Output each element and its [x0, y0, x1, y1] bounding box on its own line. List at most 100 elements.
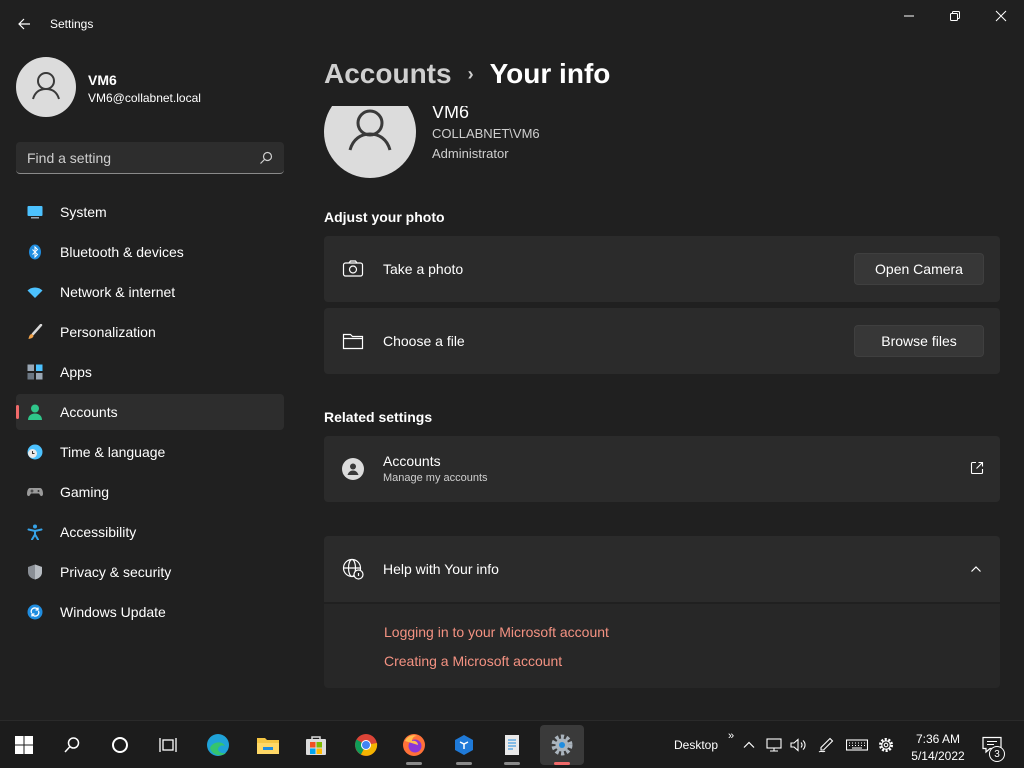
sidebar-item-bluetooth[interactable]: Bluetooth & devices: [16, 234, 284, 270]
taskbar-chrome[interactable]: [346, 725, 386, 765]
gear-icon[interactable]: [878, 737, 894, 753]
help-body: Logging in to your Microsoft account Cre…: [324, 604, 1000, 688]
pen-icon[interactable]: [818, 737, 834, 753]
minimize-button[interactable]: [886, 0, 932, 32]
notification-center-button[interactable]: 3: [982, 721, 1005, 768]
app-title: Settings: [50, 17, 94, 31]
sidebar-item-gaming[interactable]: Gaming: [16, 474, 284, 510]
avatar[interactable]: [16, 57, 76, 117]
sidebar-item-time-language[interactable]: Time & language: [16, 434, 284, 470]
taskbar-app[interactable]: [444, 725, 484, 765]
clock-time: 7:36 AM: [915, 732, 961, 746]
running-indicator: [554, 762, 570, 765]
related-accounts-label: Accounts: [383, 453, 441, 469]
search-input[interactable]: [27, 142, 247, 173]
task-view-icon: [159, 738, 177, 752]
person-icon: [32, 72, 60, 100]
help-link-creating-account[interactable]: Creating a Microsoft account: [384, 653, 562, 669]
main-content: Accounts › Your info VM6 COLLABNET\VM6 A…: [300, 48, 1024, 720]
wifi-icon: [27, 287, 43, 298]
sidebar-item-label: Apps: [60, 364, 92, 380]
breadcrumb: Accounts › Your info: [324, 58, 610, 90]
sidebar-item-label: Accessibility: [60, 524, 137, 540]
windows-icon: [15, 736, 33, 754]
chevron-right-icon: ›: [467, 63, 474, 84]
taskbar-store[interactable]: [296, 725, 336, 765]
choose-file-label: Choose a file: [383, 333, 465, 349]
help-title: Help with Your info: [383, 561, 499, 577]
chevron-double-right-icon[interactable]: »: [728, 730, 734, 742]
taskbar-settings[interactable]: [540, 725, 584, 765]
taskbar-notepad[interactable]: [492, 725, 532, 765]
sidebar-item-label: Personalization: [60, 324, 156, 340]
taskbar-search-button[interactable]: [52, 725, 92, 765]
profile-avatar: [324, 106, 416, 178]
sidebar-item-personalization[interactable]: Personalization: [16, 314, 284, 350]
person-icon: [348, 109, 392, 151]
sidebar-item-accounts[interactable]: Accounts: [16, 394, 284, 430]
user-email: VM6@collabnet.local: [88, 91, 201, 105]
sidebar-item-privacy[interactable]: Privacy & security: [16, 554, 284, 590]
take-photo-card: Take a photo Open Camera: [324, 236, 1000, 302]
search-icon: [260, 151, 273, 164]
sidebar-item-apps[interactable]: Apps: [16, 354, 284, 390]
open-camera-button[interactable]: Open Camera: [854, 253, 984, 285]
back-button[interactable]: [12, 12, 36, 36]
edge-icon: [207, 734, 229, 756]
app-icon: [455, 735, 473, 755]
sidebar-item-label: Accounts: [60, 404, 118, 420]
sidebar-item-network[interactable]: Network & internet: [16, 274, 284, 310]
task-view-button[interactable]: [148, 725, 188, 765]
shield-icon: [28, 564, 42, 580]
browse-files-button[interactable]: Browse files: [854, 325, 984, 357]
minimize-icon: [904, 15, 914, 17]
update-icon: [27, 604, 43, 620]
running-indicator: [406, 762, 422, 765]
nav-list: System Bluetooth & devices Network & int…: [16, 194, 284, 634]
help-header[interactable]: Help with Your info: [324, 536, 1000, 602]
help-link-logging-in[interactable]: Logging in to your Microsoft account: [384, 624, 609, 640]
sidebar-item-system[interactable]: System: [16, 194, 284, 230]
network-icon[interactable]: [766, 737, 782, 753]
system-icon: [27, 206, 43, 219]
profile-role: Administrator: [432, 146, 509, 161]
desktop-label: Desktop: [674, 738, 719, 752]
search-box[interactable]: [16, 142, 284, 174]
sidebar-item-windows-update[interactable]: Windows Update: [16, 594, 284, 630]
sidebar-item-label: Network & internet: [60, 284, 176, 300]
taskbar: Desktop » 7:36 AM 5/14/2022 3: [0, 720, 1024, 768]
related-settings-title: Related settings: [324, 409, 433, 425]
globe-help-icon: [342, 558, 364, 580]
person-icon: [342, 458, 364, 480]
start-button[interactable]: [4, 725, 44, 765]
folder-icon: [342, 333, 364, 350]
running-indicator: [504, 762, 520, 765]
volume-icon[interactable]: [790, 737, 806, 753]
chevron-up-icon[interactable]: [970, 563, 982, 575]
close-button[interactable]: [978, 0, 1024, 32]
related-accounts-card[interactable]: Accounts Manage my accounts: [324, 436, 1000, 502]
desktop-toolbar[interactable]: Desktop »: [674, 721, 734, 768]
breadcrumb-parent[interactable]: Accounts: [324, 58, 452, 90]
sidebar-item-label: Time & language: [60, 444, 166, 460]
keyboard-icon[interactable]: [846, 737, 868, 753]
cortana-button[interactable]: [100, 725, 140, 765]
chevron-up-icon[interactable]: [742, 738, 756, 752]
store-icon: [306, 736, 326, 755]
taskbar-file-explorer[interactable]: [248, 725, 288, 765]
sidebar-item-label: Bluetooth & devices: [60, 244, 184, 260]
person-icon: [28, 404, 42, 420]
sidebar-item-label: Gaming: [60, 484, 110, 500]
camera-icon: [342, 260, 364, 277]
restore-button[interactable]: [932, 0, 978, 32]
restore-icon: [950, 11, 960, 21]
gamepad-icon: [27, 488, 43, 497]
taskbar-edge[interactable]: [198, 725, 238, 765]
sidebar-item-accessibility[interactable]: Accessibility: [16, 514, 284, 550]
profile-section: VM6 COLLABNET\VM6 Administrator: [300, 106, 1024, 196]
open-external-icon[interactable]: [970, 461, 984, 475]
clock-globe-icon: [27, 444, 43, 460]
clock[interactable]: 7:36 AM 5/14/2022: [906, 731, 970, 765]
taskbar-firefox[interactable]: [394, 725, 434, 765]
folder-icon: [257, 738, 279, 754]
